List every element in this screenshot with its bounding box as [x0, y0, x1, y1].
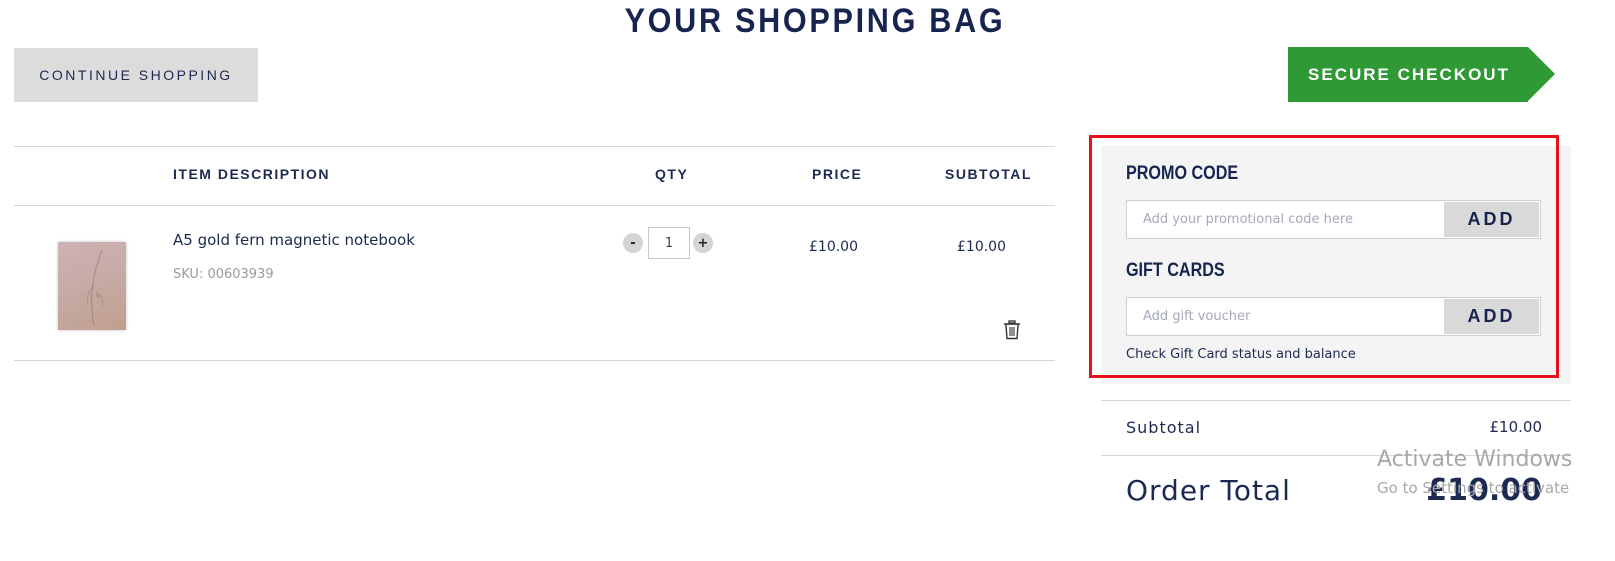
qty-increase-button[interactable]: +: [693, 233, 713, 253]
gift-cards-heading: GIFT CARDS: [1126, 260, 1225, 281]
header-subtotal: SUBTOTAL: [945, 166, 1032, 182]
order-total-label: Order Total: [1126, 474, 1291, 507]
table-top-divider: [14, 146, 1055, 147]
activate-windows-subtext: Go to Settings to activate: [1377, 479, 1570, 497]
trash-icon[interactable]: [1003, 320, 1021, 340]
table-header-divider: [14, 205, 1055, 206]
subtotal-label: Subtotal: [1126, 418, 1202, 437]
gift-voucher-input[interactable]: Add gift voucher: [1143, 309, 1250, 324]
gift-voucher-field[interactable]: Add gift voucher ADD: [1126, 297, 1541, 336]
item-subtotal: £10.00: [957, 239, 1006, 255]
header-qty: QTY: [655, 166, 689, 182]
fern-pattern-icon: [86, 249, 104, 327]
continue-shopping-button[interactable]: CONTINUE SHOPPING: [14, 48, 258, 102]
promo-add-button[interactable]: ADD: [1444, 202, 1539, 237]
activate-windows-watermark: Activate Windows: [1377, 447, 1573, 472]
gift-add-button[interactable]: ADD: [1444, 299, 1539, 334]
summary-top-divider: [1101, 400, 1571, 401]
qty-input[interactable]: 1: [648, 227, 690, 259]
qty-decrease-button[interactable]: -: [623, 233, 643, 253]
item-price: £10.00: [809, 239, 858, 255]
promo-code-input[interactable]: Add your promotional code here: [1143, 212, 1353, 227]
checkout-arrow-icon: [1528, 47, 1555, 101]
page-title: YOUR SHOPPING BAG: [624, 2, 1006, 40]
promo-code-heading: PROMO CODE: [1126, 163, 1239, 184]
checkout-button-label: SECURE CHECKOUT: [1308, 64, 1510, 84]
secure-checkout-button[interactable]: SECURE CHECKOUT: [1288, 47, 1555, 102]
product-name[interactable]: A5 gold fern magnetic notebook: [173, 231, 415, 249]
product-sku: SKU: 00603939: [173, 267, 274, 282]
promo-code-field[interactable]: Add your promotional code here ADD: [1126, 200, 1541, 239]
header-price: PRICE: [812, 166, 863, 182]
subtotal-value: £10.00: [1489, 418, 1543, 436]
table-bottom-divider: [14, 360, 1055, 361]
header-item-description: ITEM DESCRIPTION: [173, 166, 331, 182]
gift-card-status-link[interactable]: Check Gift Card status and balance: [1126, 347, 1356, 362]
product-image[interactable]: [58, 242, 126, 330]
